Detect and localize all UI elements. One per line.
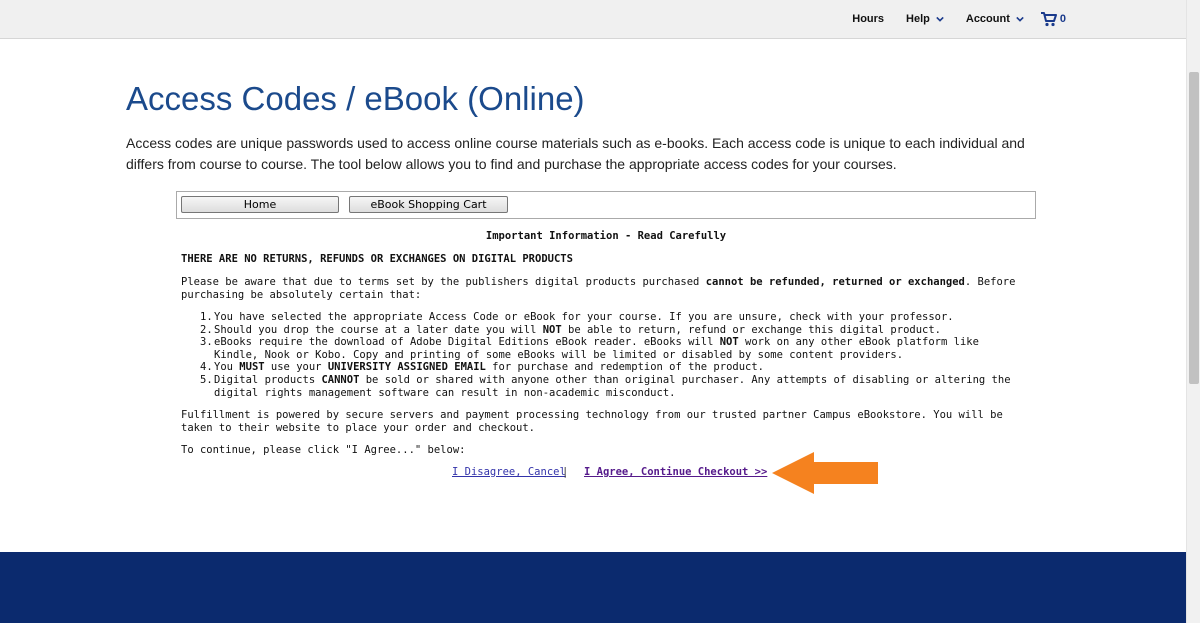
continue-instruction: To continue, please click "I Agree..." b… [181,444,466,456]
terms-text: Please be aware that due to terms set by… [181,276,706,288]
shopping-cart-icon [1040,12,1057,27]
info-heading: Important Information - Read Carefully [485,230,727,242]
nav-help[interactable]: Help [906,13,944,25]
page-title: Access Codes / eBook (Online) [126,80,585,117]
list-number: 3. [200,336,213,349]
agree-continue-checkout-link[interactable]: I Agree, Continue Checkout >> [584,466,767,478]
list-item: 1. You have selected the appropriate Acce… [181,311,1026,324]
list-text: Should you drop the course at a later da… [214,323,543,336]
page-footer [0,552,1186,623]
nav-account[interactable]: Account [966,13,1024,25]
list-text: eBooks require the download of Adobe Dig… [214,336,720,349]
list-text: be able to return, refund or exchange th… [561,323,941,336]
list-item: 4. You MUST use your UNIVERSITY ASSIGNED … [181,361,1026,374]
nav-hours[interactable]: Hours [852,13,884,25]
list-item: 3. eBooks require the download of Adobe D… [181,336,1026,361]
orange-arrow-annotation [772,452,878,494]
vertical-scrollbar[interactable] [1186,0,1200,623]
fulfillment-paragraph: Fulfillment is powered by secure servers… [181,409,1003,434]
list-text: You have selected the appropriate Access… [214,311,954,323]
top-navigation-bar: Hours Help Account 0 [0,0,1186,39]
chevron-down-icon [1016,16,1024,22]
no-returns-notice: THERE ARE NO RETURNS, REFUNDS OR EXCHANG… [181,253,573,265]
list-emphasis: NOT [719,336,739,349]
list-item: 5. Digital products CANNOT be sold or sha… [181,374,1026,399]
cart-button[interactable]: 0 [1040,11,1066,27]
list-emphasis: CANNOT [321,373,360,386]
terms-emphasis: cannot be refunded, returned or exchange… [705,276,965,288]
list-number: 4. [200,361,213,374]
cart-count: 0 [1059,13,1066,25]
link-separator: | [562,466,569,478]
list-emphasis: UNIVERSITY ASSIGNED EMAIL [327,361,486,374]
chevron-down-icon [936,16,944,22]
ebook-shopping-cart-button[interactable]: eBook Shopping Cart [349,196,508,213]
list-number: 1. [200,311,213,323]
list-item: 2. Should you drop the course at a later … [181,324,1026,337]
nav-account-label: Account [965,13,1010,25]
nav-help-label: Help [906,13,930,25]
list-number: 5. [200,373,213,386]
scrollbar-thumb[interactable] [1189,72,1199,384]
tool-frame: Home eBook Shopping Cart [176,191,1036,219]
list-text: use your [264,361,328,374]
terms-paragraph: Please be aware that due to terms set by… [181,276,1026,301]
disagree-cancel-link[interactable]: I Disagree, Cancel [452,466,566,478]
list-text: You [214,361,240,374]
nav-menu: Hours Help Account 0 [830,0,1066,38]
nav-hours-label: Hours [852,13,885,25]
list-number: 2. [200,323,213,336]
list-text: for purchase and redemption of the produ… [485,361,765,374]
list-emphasis: MUST [239,361,265,374]
home-button[interactable]: Home [181,196,339,213]
conditions-list: 1. You have selected the appropriate Acce… [181,311,1026,399]
list-emphasis: NOT [542,323,562,336]
list-text: Digital products [214,373,322,386]
intro-text: Access codes are unique passwords used t… [126,135,1025,172]
